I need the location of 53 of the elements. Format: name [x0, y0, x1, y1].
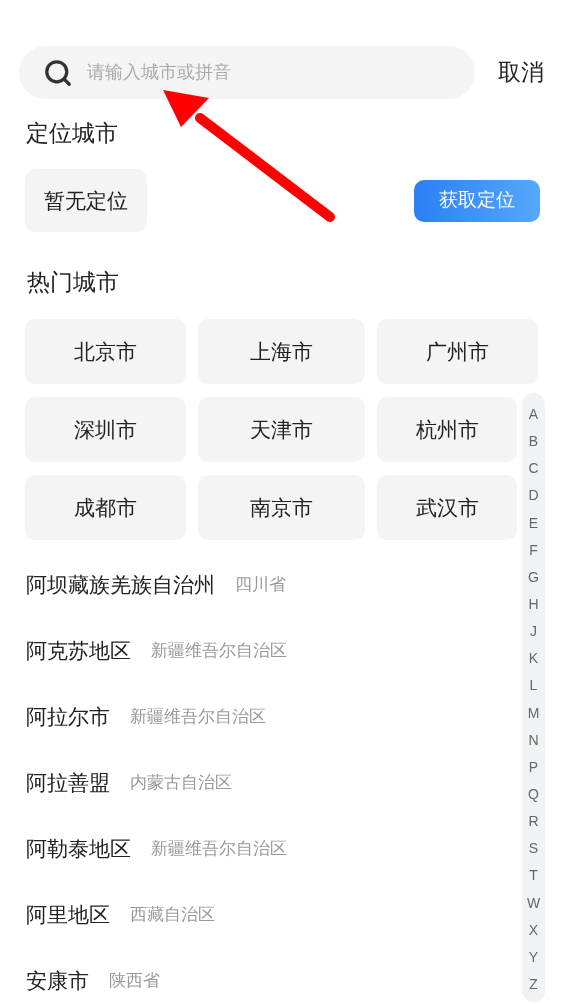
index-letter[interactable]: N: [528, 730, 539, 758]
index-letter[interactable]: K: [528, 649, 539, 677]
province-name: 新疆维吾尔自治区: [151, 640, 287, 663]
index-letter[interactable]: L: [529, 676, 538, 704]
province-name: 新疆维吾尔自治区: [130, 706, 266, 729]
index-letter[interactable]: P: [528, 757, 539, 785]
index-letter[interactable]: F: [529, 540, 538, 568]
index-letter[interactable]: C: [528, 459, 539, 487]
city-name: 阿勒泰地区: [26, 836, 131, 863]
index-letter[interactable]: G: [528, 567, 539, 595]
province-name: 陕西省: [109, 970, 160, 993]
index-letter[interactable]: E: [528, 513, 539, 541]
city-name: 阿拉善盟: [26, 770, 110, 797]
city-name: 阿拉尔市: [26, 704, 110, 731]
cancel-button[interactable]: 取消: [498, 55, 544, 90]
index-letter[interactable]: A: [528, 405, 539, 433]
index-letter[interactable]: Q: [528, 784, 539, 813]
index-letter[interactable]: D: [528, 486, 539, 514]
city-button[interactable]: 北京市: [25, 319, 186, 384]
section-title: 热门城市: [26, 268, 120, 297]
index-letter[interactable]: Z: [529, 974, 538, 1003]
city-name: 阿里地区: [26, 902, 110, 929]
search-input[interactable]: 请输入城市或拼音: [87, 59, 475, 86]
index-letter[interactable]: M: [527, 703, 540, 731]
section-title: 定位城市: [25, 119, 119, 148]
city-button[interactable]: 武汉市: [377, 475, 517, 540]
location-chip: 暂无定位: [25, 169, 147, 232]
city-button[interactable]: 上海市: [198, 319, 365, 384]
search-icon: [43, 57, 73, 88]
province-name: 西藏自治区: [130, 904, 215, 927]
city-name: 阿克苏地区: [26, 638, 131, 665]
index-letter[interactable]: X: [528, 920, 539, 948]
province-name: 内蒙古自治区: [130, 772, 232, 795]
city-name: 阿坝藏族羌族自治州: [26, 572, 215, 599]
index-letter[interactable]: R: [528, 812, 539, 840]
city-button[interactable]: 成都市: [25, 475, 186, 540]
city-button[interactable]: 深圳市: [25, 397, 186, 462]
city-name: 安康市: [26, 968, 89, 995]
province-name: 新疆维吾尔自治区: [151, 838, 287, 861]
index-letter[interactable]: J: [530, 622, 537, 650]
index-letter[interactable]: T: [529, 866, 538, 894]
index-letter[interactable]: B: [528, 432, 539, 460]
city-button[interactable]: 南京市: [198, 475, 365, 540]
city-button[interactable]: 天津市: [198, 397, 365, 462]
index-letter[interactable]: H: [528, 595, 539, 623]
city-button[interactable]: 杭州市: [377, 397, 517, 462]
province-name: 四川省: [235, 574, 286, 597]
index-letter[interactable]: S: [528, 839, 539, 867]
index-letter[interactable]: Y: [528, 947, 539, 975]
locate-button[interactable]: 获取定位: [414, 179, 540, 222]
index-letter[interactable]: W: [526, 893, 541, 921]
city-button[interactable]: 广州市: [377, 319, 538, 384]
search-field[interactable]: 请输入城市或拼音: [19, 46, 475, 99]
